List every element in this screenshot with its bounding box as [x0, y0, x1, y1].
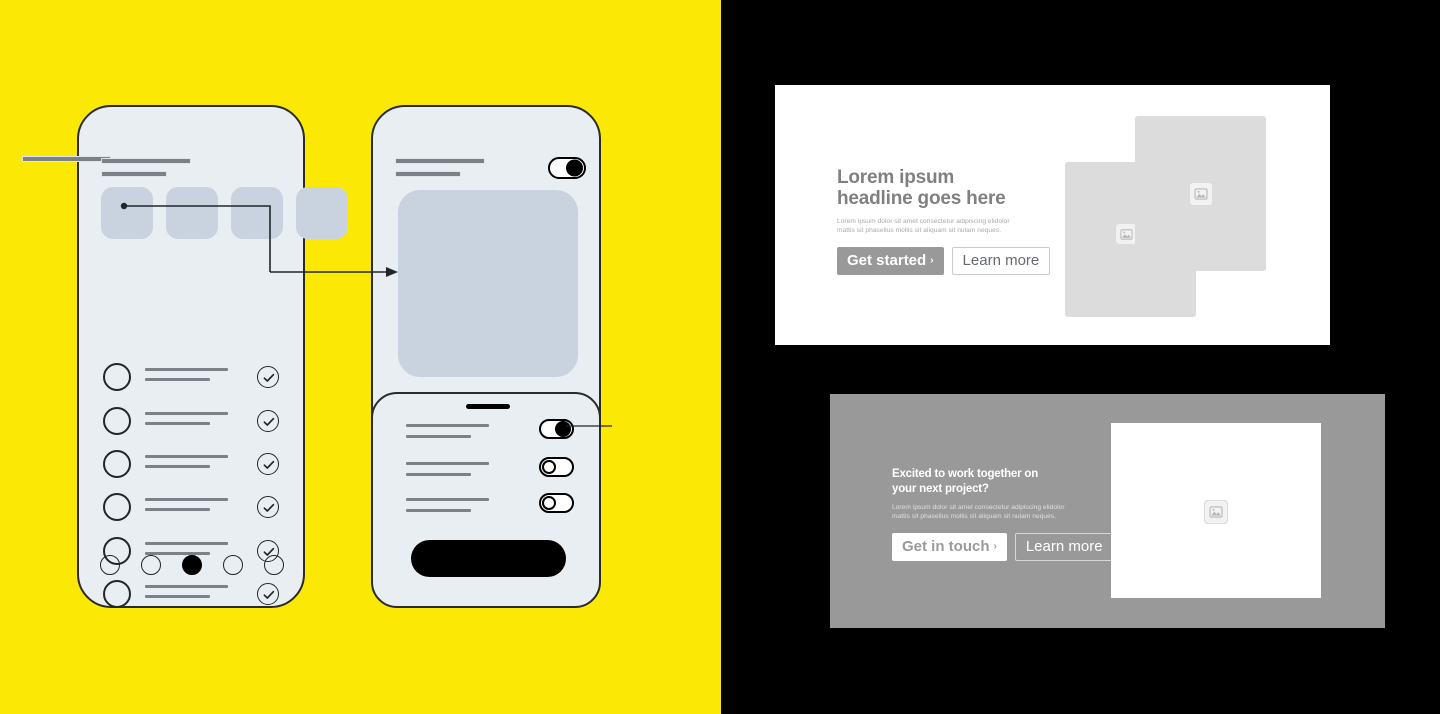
- cta-subcopy: Lorem ipsum dolor sit amet consectetur a…: [892, 503, 1142, 522]
- list-row-line-top: [145, 542, 228, 545]
- pagination-dot-5[interactable]: [264, 555, 284, 575]
- bottom-sheet: [371, 392, 601, 608]
- toggle-knob: [555, 421, 571, 437]
- sheet-toggle-2[interactable]: [539, 457, 574, 477]
- get-started-label: Get started: [847, 251, 927, 269]
- learn-more-button[interactable]: Learn more: [951, 246, 1051, 275]
- hero-button-row: Get started › Learn more: [837, 246, 1067, 275]
- sheet-toggle-3[interactable]: [539, 493, 574, 513]
- sheet-cta-button[interactable]: [411, 540, 566, 577]
- cta-copy-block: Excited to work together on your next pr…: [892, 467, 1142, 561]
- hero-copy-block: Lorem ipsum headline goes here Lorem ips…: [837, 167, 1067, 275]
- toggle-knob: [566, 159, 583, 177]
- cta-subcopy-line1: Lorem ipsum dolor sit amet consectetur a…: [892, 503, 1065, 511]
- header-bar-secondary: [101, 171, 167, 177]
- list-row-avatar: [103, 580, 131, 608]
- list-row-avatar: [103, 407, 131, 435]
- pagination-dot-4[interactable]: [223, 555, 243, 575]
- cta-learn-more-label: Learn more: [1025, 537, 1103, 555]
- detail-header-bar-secondary: [395, 171, 461, 177]
- pagination-dot-1[interactable]: [100, 555, 120, 575]
- cta-subcopy-line2: mattis sit phasellus mollis sit aliquam …: [892, 513, 1057, 521]
- check-glyph: [263, 417, 275, 426]
- image-glyph: [1209, 506, 1223, 518]
- hero-headline-line2: headline goes here: [837, 188, 1006, 210]
- header-title-bar: [22, 156, 111, 162]
- image-glyph: [1119, 228, 1133, 240]
- image-placeholder-icon: [1115, 223, 1137, 245]
- list-row-avatar: [103, 493, 131, 521]
- get-in-touch-label: Get in touch: [902, 537, 990, 555]
- list-row-line-bottom: [145, 552, 210, 555]
- list-row-line-bottom: [145, 378, 210, 381]
- cta-promo-card: Excited to work together on your next pr…: [830, 394, 1385, 628]
- sheet-row-line-top: [406, 462, 489, 465]
- sheet-row-line-top: [406, 424, 489, 427]
- check-glyph: [263, 460, 275, 469]
- toggle-knob: [542, 496, 556, 510]
- get-in-touch-button[interactable]: Get in touch ›: [892, 532, 1007, 561]
- hero-headline-line1: Lorem ipsum: [837, 167, 955, 188]
- cta-headline: Excited to work together on your next pr…: [892, 467, 1142, 497]
- check-glyph: [263, 373, 275, 382]
- cta-button-row: Get in touch › Learn more: [892, 532, 1142, 561]
- header-toggle-switch[interactable]: [548, 157, 586, 179]
- hero-subcopy-line2: mattis sit phasellus mollis sit aliquam …: [837, 227, 1002, 235]
- list-row-check-icon-4[interactable]: [257, 496, 279, 518]
- list-row-line-bottom: [145, 595, 210, 598]
- app-tile-2[interactable]: [166, 187, 218, 239]
- sheet-grabber-handle[interactable]: [466, 404, 510, 409]
- list-row-check-icon-6[interactable]: [257, 583, 279, 605]
- list-row-line-top: [145, 412, 228, 415]
- image-placeholder-icon: [1189, 182, 1213, 206]
- arrow-right-icon: ›: [930, 254, 934, 266]
- hero-promo-card: Lorem ipsum headline goes here Lorem ips…: [775, 85, 1330, 345]
- sheet-row-line-bottom: [406, 435, 471, 438]
- list-row-line-top: [145, 585, 228, 588]
- list-row-check-icon-1[interactable]: [257, 366, 279, 388]
- list-row-line-top: [145, 455, 228, 458]
- hero-subcopy: Lorem ipsum dolor sit amet consectetur a…: [837, 217, 1067, 236]
- toggle-knob: [542, 460, 556, 474]
- list-row-avatar: [103, 450, 131, 478]
- pagination-dot-3-active[interactable]: [182, 555, 202, 575]
- cta-learn-more-button[interactable]: Learn more: [1014, 532, 1114, 561]
- hero-media-rect-front: [1135, 116, 1266, 271]
- sheet-row-line-bottom: [406, 509, 471, 512]
- check-glyph: [263, 503, 275, 512]
- list-row-avatar: [103, 363, 131, 391]
- list-row-line-bottom: [145, 422, 210, 425]
- detail-header-bar-primary: [395, 158, 485, 164]
- image-glyph: [1194, 188, 1208, 200]
- hero-subcopy-line1: Lorem ipsum dolor sit amet consectetur a…: [837, 217, 1010, 225]
- image-placeholder-icon: [1204, 500, 1228, 524]
- learn-more-label: Learn more: [962, 251, 1040, 269]
- arrow-right-icon: ›: [993, 540, 997, 552]
- detail-hero-block: [398, 190, 578, 377]
- check-glyph: [263, 590, 275, 599]
- phone-mockup-list-screen: [22, 105, 348, 608]
- header-bar-primary: [101, 158, 191, 164]
- list-row-line-bottom: [145, 465, 210, 468]
- sheet-row-line-bottom: [406, 473, 471, 476]
- list-row-line-top: [145, 498, 228, 501]
- app-tile-3[interactable]: [231, 187, 283, 239]
- get-started-button[interactable]: Get started ›: [837, 246, 944, 275]
- list-row-check-icon-2[interactable]: [257, 410, 279, 432]
- list-row-check-icon-3[interactable]: [257, 453, 279, 475]
- app-tile-4[interactable]: [296, 187, 348, 239]
- hero-headline: Lorem ipsum headline goes here: [837, 167, 1067, 210]
- screenshot-root: Lorem ipsum headline goes here Lorem ips…: [0, 0, 1440, 714]
- sheet-row-line-top: [406, 498, 489, 501]
- cta-media-panel: [1111, 423, 1321, 598]
- app-tile-1[interactable]: [101, 187, 153, 239]
- cta-headline-line2: your next project?: [892, 482, 989, 495]
- sheet-toggle-1[interactable]: [539, 419, 574, 439]
- list-row-line-top: [145, 368, 228, 371]
- cta-headline-line1: Excited to work together on: [892, 468, 1039, 480]
- list-row-line-bottom: [145, 508, 210, 511]
- pagination-dot-2[interactable]: [141, 555, 161, 575]
